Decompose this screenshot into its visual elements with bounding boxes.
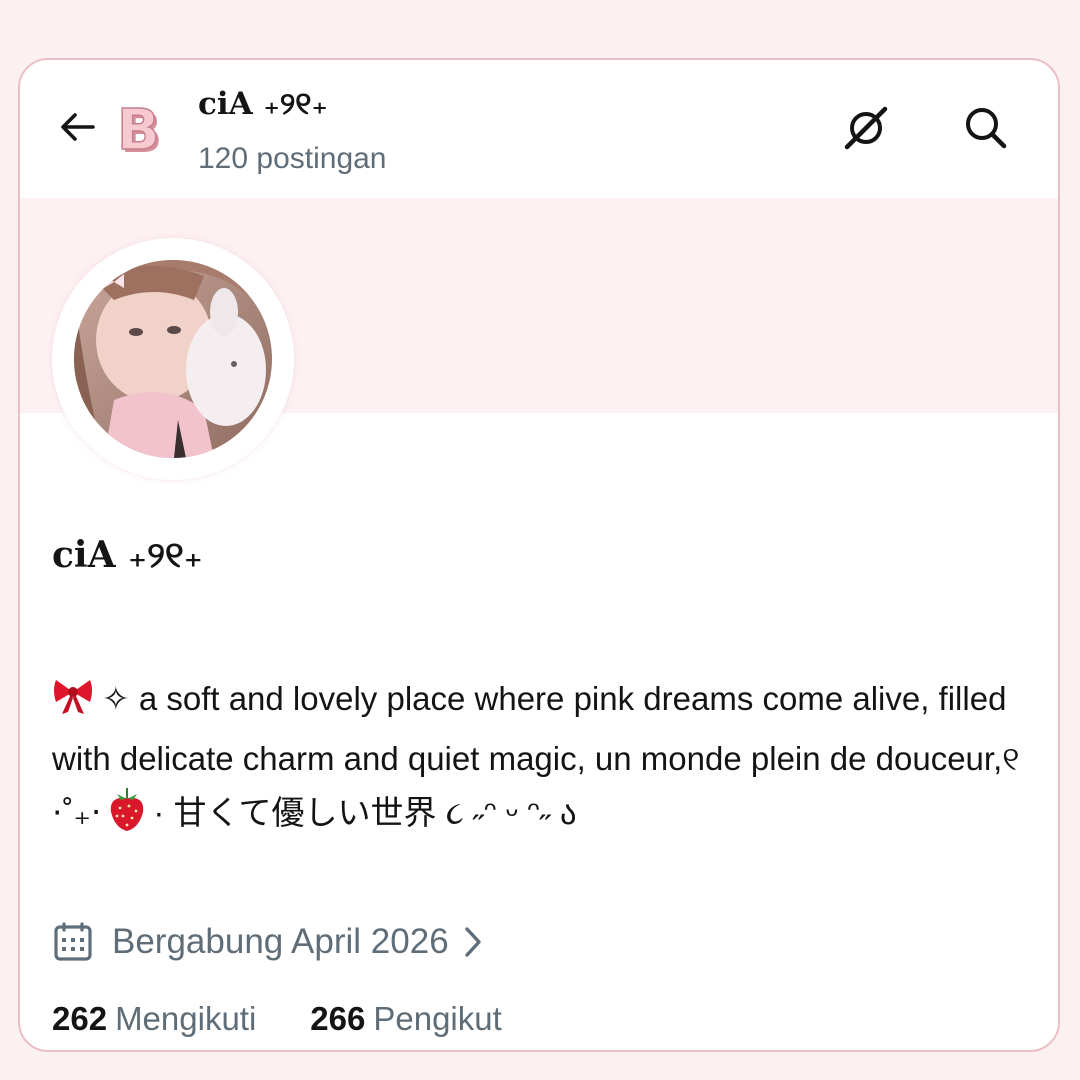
grok-button[interactable] — [838, 100, 894, 156]
avatar-ring[interactable] — [52, 238, 294, 480]
calendar-icon — [54, 922, 92, 961]
followers-stat[interactable]: 266 Pengikut — [310, 1000, 502, 1038]
profile-card: B B ciA ₊୨୧₊ 120 postingan ciA ₊୨୧₊ ✧ a … — [18, 58, 1060, 1052]
search-icon — [966, 108, 1007, 149]
arrow-left-icon — [61, 113, 95, 141]
following-stat[interactable]: 262 Mengikuti — [52, 1000, 256, 1038]
following-label: Mengikuti — [115, 1000, 257, 1037]
letter-b-logo: B B — [114, 96, 170, 166]
avatar-photo — [74, 260, 272, 458]
search-button[interactable] — [958, 100, 1014, 156]
bio-text-part2: · 甘くて優しい世界 ૮ ˶ᵔ ᵕ ᵔ˶ ა — [153, 794, 577, 831]
joined-date: Bergabung April 2026 — [112, 922, 449, 961]
followers-label: Pengikut — [373, 1000, 502, 1037]
grok-slash-icon — [844, 106, 888, 150]
bio: ✧ a soft and lovely place where pink dre… — [52, 672, 1032, 848]
followers-count: 266 — [310, 1000, 366, 1037]
display-name: ciA ₊୨୧₊ — [52, 534, 203, 576]
joined-date-link[interactable]: Bergabung April 2026 — [52, 918, 485, 966]
back-button[interactable] — [54, 104, 100, 150]
avatar[interactable] — [74, 260, 272, 458]
chevron-right-icon — [464, 927, 481, 957]
header-title: ciA ₊୨୧₊ — [198, 86, 328, 122]
post-count: 120 postingan — [198, 142, 387, 175]
strawberry-icon — [107, 786, 147, 848]
svg-text:B: B — [117, 98, 160, 163]
following-count: 262 — [52, 1000, 108, 1037]
ribbon-bow-icon — [52, 676, 94, 732]
follow-stats: 262 Mengikuti 266 Pengikut — [52, 1000, 556, 1038]
